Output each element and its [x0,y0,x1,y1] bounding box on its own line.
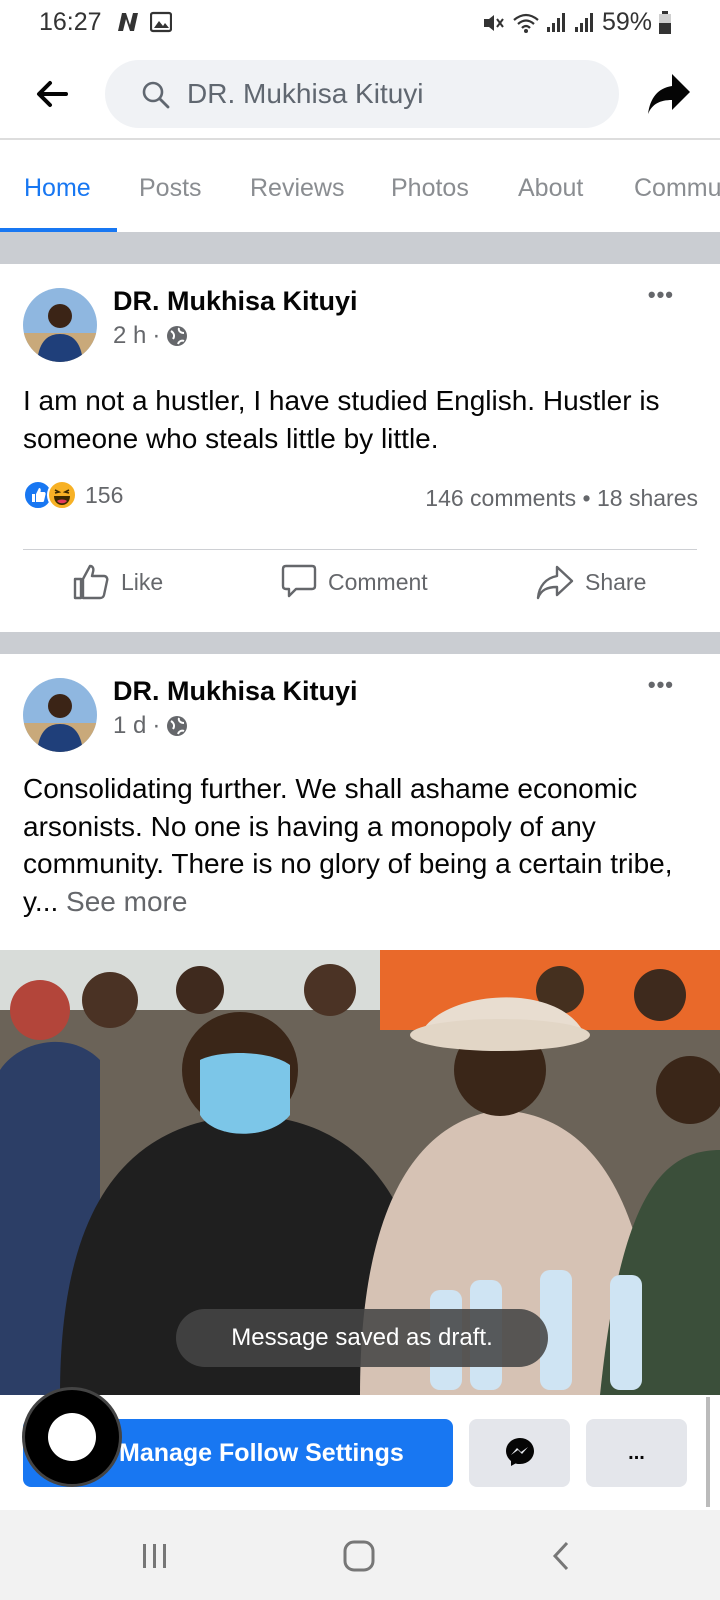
divider [23,549,697,550]
mute-icon [483,14,504,31]
post-text: I am not a hustler, I have studied Engli… [23,385,660,454]
share-label: Share [585,568,647,595]
status-bar: 16:27 59% [0,0,720,48]
post-time[interactable]: 2 h [113,322,146,350]
section-separator [0,632,720,654]
floating-record-button[interactable] [22,1387,122,1487]
haha-reaction-icon [47,480,77,510]
search-icon [142,81,170,109]
share-button[interactable]: Share [535,562,646,602]
post-time[interactable]: 1 d [113,712,146,740]
search-bar[interactable] [105,60,619,128]
reaction-summary[interactable]: 156 [23,480,123,510]
gallery-icon [150,11,172,33]
tab-home[interactable]: Home [24,174,91,203]
section-separator [0,232,720,264]
post-card: DR. Mukhisa Kituyi 1 d · ••• Consolidati… [0,654,720,950]
globe-icon [167,326,188,346]
tab-reviews[interactable]: Reviews [250,174,344,203]
like-button[interactable]: Like [71,562,163,602]
globe-icon [167,716,188,736]
meta-dot: · [152,322,161,349]
comment-icon [281,564,317,598]
post-author[interactable]: DR. Mukhisa Kituyi [113,286,358,317]
comment-count[interactable]: 146 comments [425,485,576,511]
wifi-icon [513,13,539,33]
share-icon [536,565,574,600]
search-header [0,48,720,140]
signal-icon [546,12,565,32]
reaction-count: 156 [85,481,124,508]
meta-dot: · [152,712,161,739]
recent-apps-icon[interactable] [135,1538,175,1574]
share-count[interactable]: 18 shares [597,485,698,511]
draft-saved-toast: Message saved as draft. [176,1309,548,1367]
stats-dot: • [582,485,597,511]
signal-icon-2 [574,12,593,32]
search-input[interactable] [187,68,607,120]
home-icon[interactable] [339,1538,379,1574]
post-author[interactable]: DR. Mukhisa Kituyi [113,676,358,707]
page-tabs: Home Posts Reviews Photos About Commu [0,140,720,232]
share-arrow-icon[interactable] [646,72,692,116]
avatar[interactable] [23,288,97,362]
messenger-button[interactable] [469,1419,570,1487]
scrollbar[interactable] [706,1397,710,1507]
tab-about[interactable]: About [518,174,583,203]
post-options-icon[interactable]: ••• [648,282,674,308]
back-arrow-icon[interactable] [34,76,70,112]
system-navigation-bar [0,1510,720,1600]
status-time: 16:27 [39,8,102,36]
post-text: Consolidating further. We shall ashame e… [23,770,703,920]
battery-percent: 59% [601,8,652,36]
see-more-link[interactable]: See more [66,886,187,917]
tab-posts[interactable]: Posts [139,174,202,203]
messenger-icon [505,1437,534,1466]
battery-icon [659,10,671,34]
back-icon[interactable] [543,1538,583,1574]
like-label: Like [121,568,164,595]
post-options-icon[interactable]: ••• [648,672,674,698]
post-card: DR. Mukhisa Kituyi 2 h · ••• I am not a … [0,264,720,632]
tab-photos[interactable]: Photos [391,174,469,203]
n-notification-icon [118,13,138,31]
comment-button[interactable]: Comment [280,562,428,602]
more-options-button[interactable]: ... [586,1419,687,1487]
like-icon [73,564,109,600]
comment-label: Comment [328,568,428,595]
tab-community[interactable]: Commu [634,174,720,203]
avatar[interactable] [23,678,97,752]
